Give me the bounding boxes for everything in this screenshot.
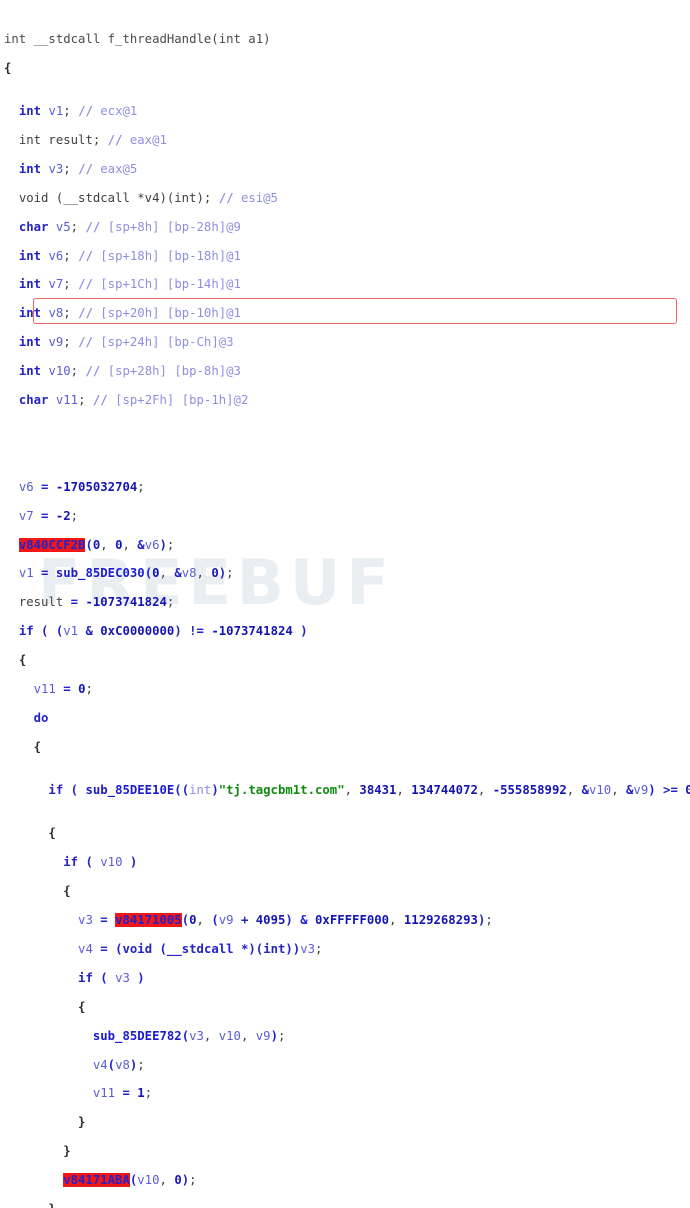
- code-line-decl-v3: int v3; // eax@5: [18, 161, 138, 176]
- code-line-signature: int __stdcall f_threadHandle(int a1): [4, 31, 271, 46]
- code-line-assign-v3-valloc[interactable]: v3 = v84171005(0, (v9 + 4095) & 0xFFFFF0…: [4, 913, 690, 928]
- code-line-if-ntstatus: if ( (v1 & 0xC0000000) != -1073741824 ): [18, 624, 308, 639]
- code-line-decl-v10: int v10; // [sp+28h] [bp-8h]@3: [18, 364, 241, 379]
- code-line-decl-result: int result; // eax@1: [18, 133, 167, 148]
- code-line-close-brace-4: }: [4, 1202, 690, 1208]
- code-line-if-v10: if ( v10 ): [63, 855, 138, 870]
- highlighted-call-name[interactable]: v840CCF2B: [18, 537, 86, 552]
- code-line-open-brace: {: [4, 60, 12, 75]
- code-line-decl-v6: int v6; // [sp+18h] [bp-18h]@1: [18, 248, 241, 263]
- code-line-decl-v4: void (__stdcall *v4)(int); // esi@5: [18, 190, 278, 205]
- code-line-open-brace-5: {: [63, 884, 71, 899]
- code-line-if-c2-connect[interactable]: if ( sub_85DEE10E((int)"tj.tagcbm1t.com"…: [4, 783, 690, 797]
- known-function-name[interactable]: sub_85DEE782: [93, 1029, 182, 1043]
- code-line-call-v4: v4(v8);: [92, 1057, 145, 1072]
- code-line-assign-v4-cast: v4 = (void (__stdcall *)(int))v3;: [78, 942, 323, 956]
- code-line-decl-v5: char v5; // [sp+8h] [bp-28h]@9: [18, 219, 241, 234]
- known-function-name[interactable]: sub_85DEC030: [56, 566, 145, 580]
- code-line-call-v84171ABA[interactable]: v84171ABA(v10, 0);: [4, 1173, 690, 1188]
- code-line-decl-v8: int v8; // [sp+20h] [bp-10h]@1: [18, 306, 241, 321]
- code-line-call-sub85DEE782[interactable]: sub_85DEE782(v3, v10, v9);: [4, 1029, 690, 1043]
- code-line-assign-v1: v1 = sub_85DEC030(0, &v8, 0);: [18, 566, 234, 581]
- code-line-assign-v11-1: v11 = 1;: [92, 1086, 153, 1101]
- code-line-call-v840CCF2B-1[interactable]: v840CCF2B(0, 0, &v6);: [4, 537, 690, 552]
- code-line-open-brace-2: {: [18, 653, 27, 668]
- highlighted-call-name[interactable]: v84171ABA: [63, 1173, 130, 1188]
- c2-domain-string: tj.tagcbm1t.com: [226, 783, 338, 798]
- code-line-close-brace-5: }: [63, 1144, 71, 1159]
- code-line-decl-v1: int v1; // ecx@1: [18, 104, 138, 119]
- code-line-decl-v9: int v9; // [sp+24h] [bp-Ch]@3: [18, 335, 234, 350]
- pseudocode-listing[interactable]: int __stdcall f_threadHandle(int a1) { i…: [0, 0, 690, 1208]
- code-line-if-v3: if ( v3 ): [78, 970, 145, 985]
- code-line-assign-v11-0: v11 = 0;: [33, 681, 93, 696]
- code-line-open-brace-4: {: [48, 826, 56, 841]
- code-line-open-brace-6: {: [78, 999, 86, 1014]
- code-line-assign-result-1: result = -1073741824;: [18, 595, 175, 610]
- code-line-blank-1: [4, 436, 690, 450]
- code-line-open-brace-3: {: [33, 739, 42, 754]
- code-line-do: do: [33, 710, 49, 725]
- code-line-assign-v6: v6 = -1705032704;: [18, 479, 145, 494]
- known-function-name[interactable]: sub_85DEE10E: [85, 783, 174, 797]
- code-line-assign-v7: v7 = -2;: [18, 508, 79, 523]
- code-line-decl-v11: char v11; // [sp+2Fh] [bp-1h]@2: [18, 393, 249, 408]
- code-line-close-brace-6: }: [78, 1115, 86, 1130]
- highlighted-call-name[interactable]: v84171005: [115, 913, 182, 928]
- code-line-decl-v7: int v7; // [sp+1Ch] [bp-14h]@1: [18, 277, 241, 292]
